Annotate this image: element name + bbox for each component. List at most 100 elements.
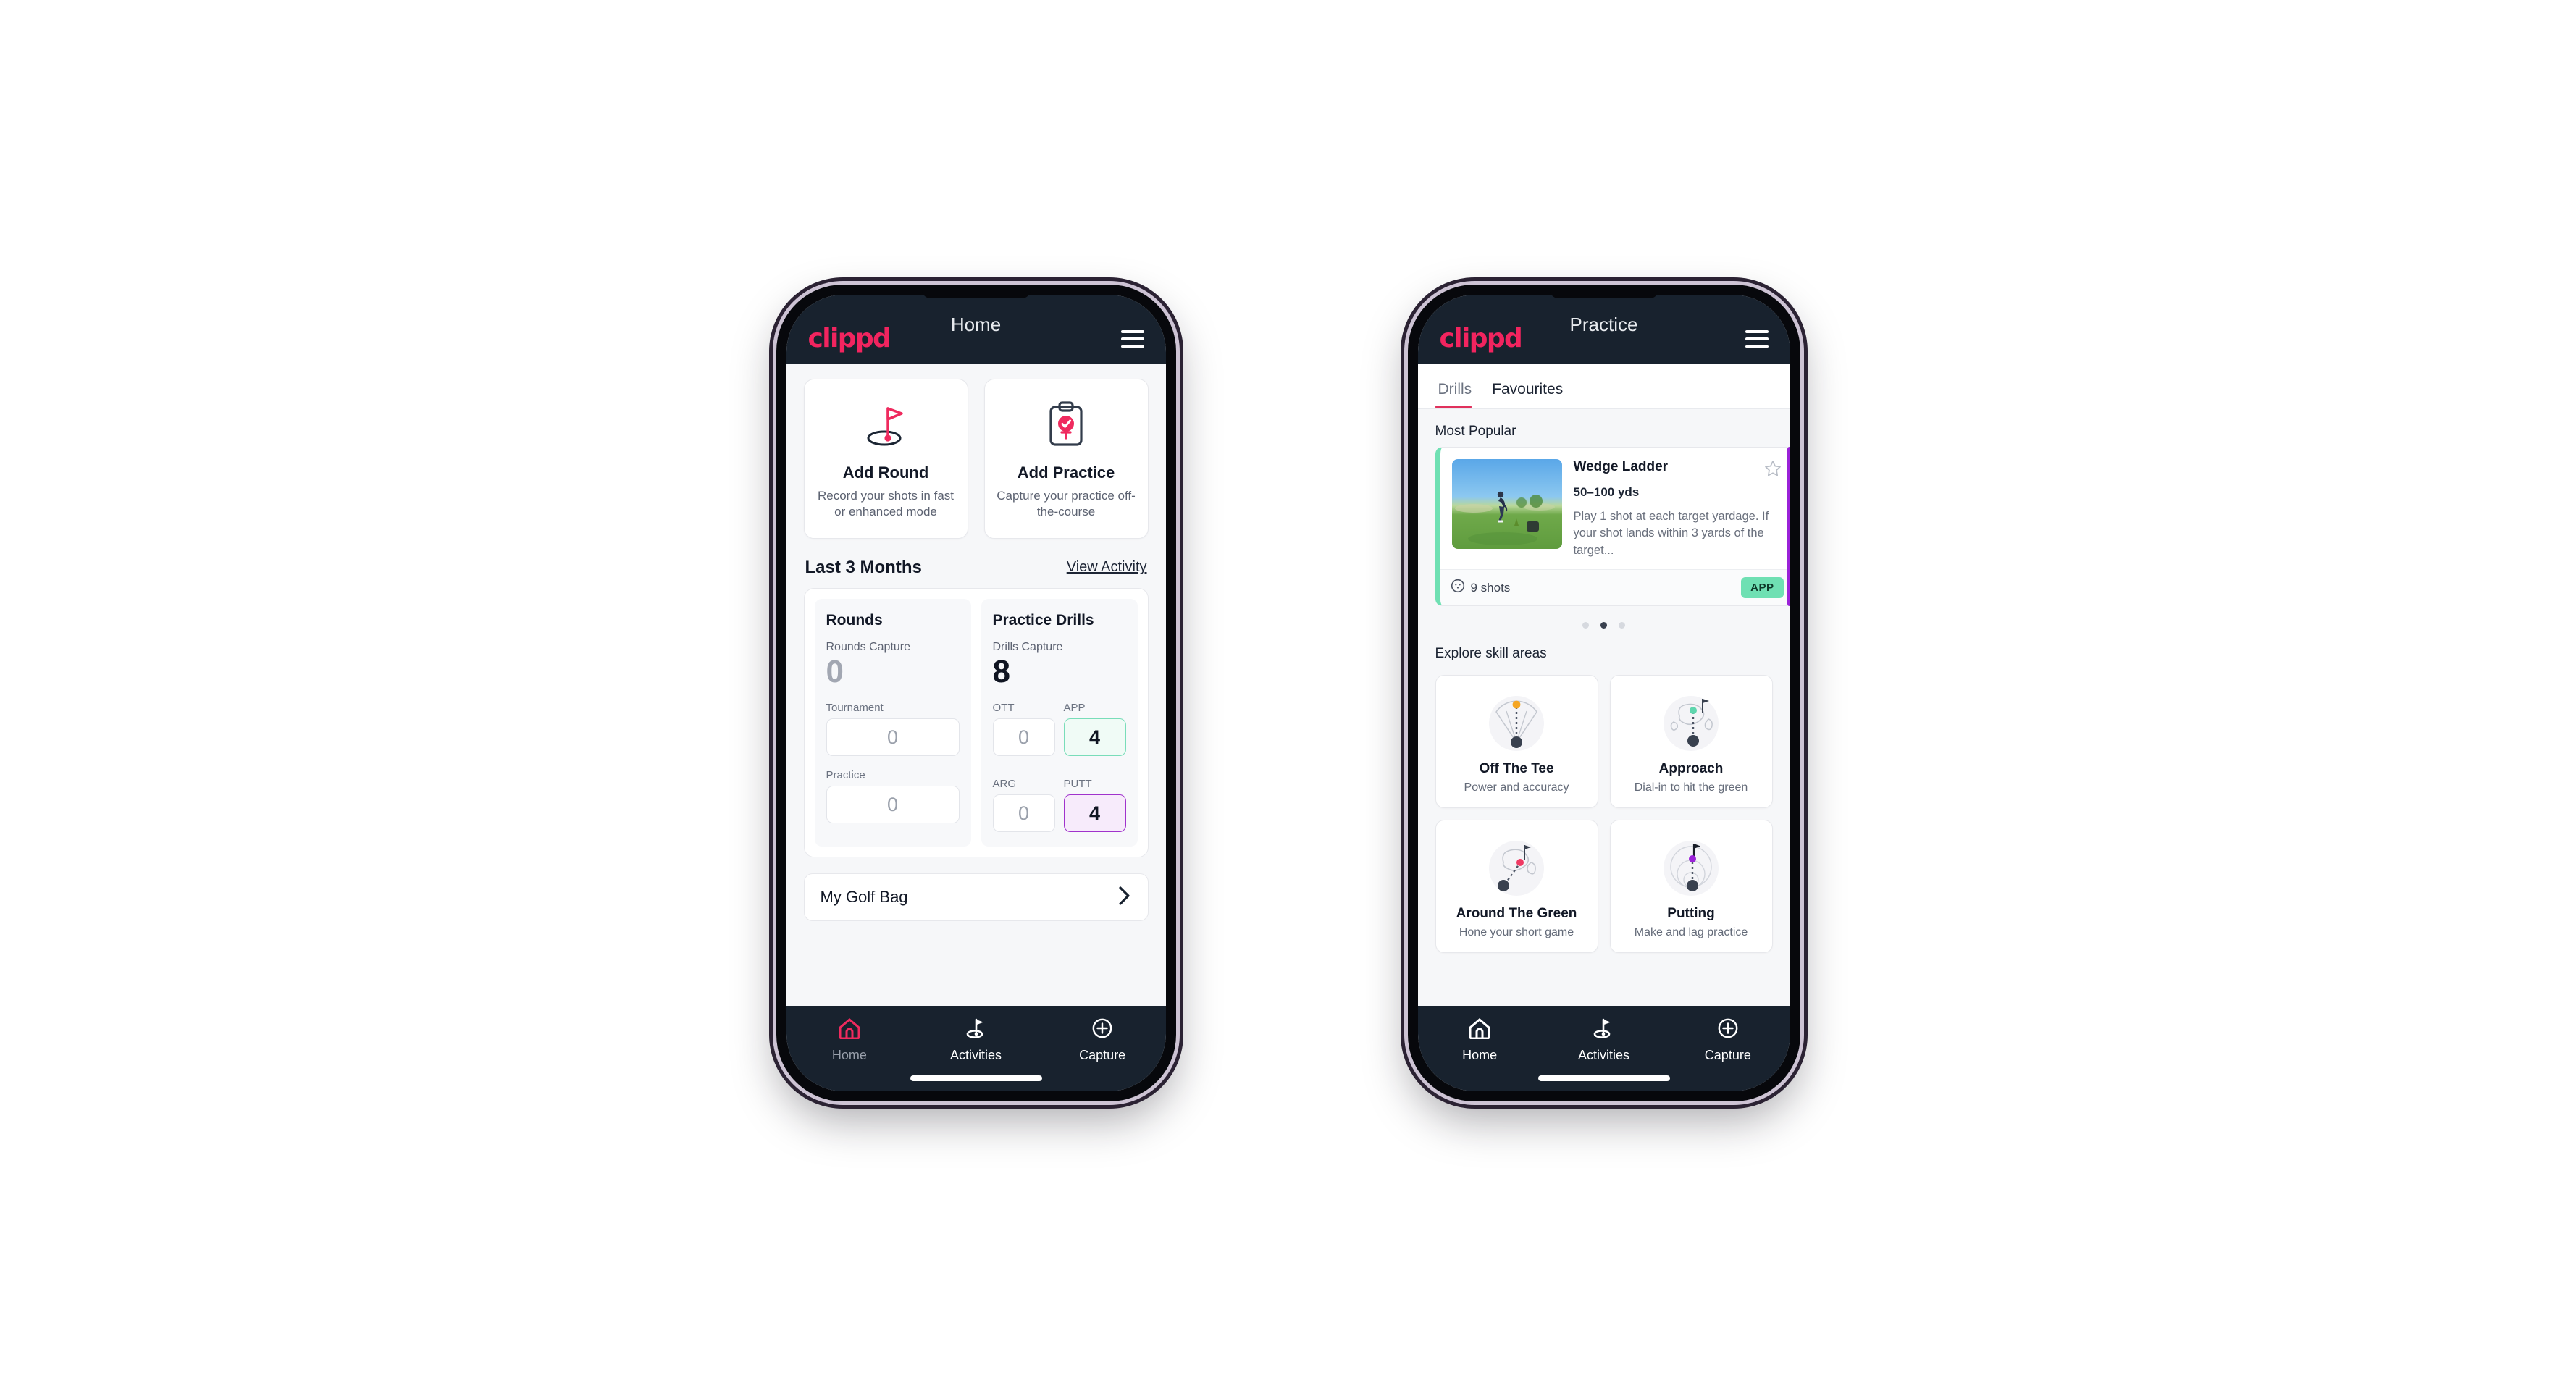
nav-label-activities: Activities — [950, 1048, 1002, 1062]
clippd-logo[interactable]: clippd — [808, 326, 891, 352]
golf-flag-icon — [1591, 1017, 1616, 1043]
drills-column: Practice Drills Drills Capture 8 OTT 0 A… — [981, 598, 1138, 847]
drills-capture-value: 8 — [992, 653, 1010, 689]
drill-card-footer: 9 shots APP — [1440, 569, 1790, 606]
explore-skill-areas-label: Explore skill areas — [1435, 646, 1547, 662]
home-appbar: clippd Home — [786, 295, 1166, 364]
practice-label: Practice — [826, 769, 865, 782]
nav-item-capture[interactable]: Capture — [1666, 1017, 1790, 1063]
drills-heading: Practice Drills — [992, 611, 1094, 629]
skill-card-off-the-tee[interactable]: Off The Tee Power and accuracy — [1435, 675, 1598, 809]
skill-sub: Make and lag practice — [1634, 926, 1748, 939]
drill-card-top: Wedge Ladder 50–100 yds Play 1 shot at e… — [1440, 448, 1790, 569]
skill-name: Putting — [1667, 906, 1715, 922]
dynamic-island — [921, 289, 1031, 298]
drill-thumbnail — [1451, 459, 1562, 549]
skill-card-putting[interactable]: Putting Make and lag practice — [1609, 820, 1773, 954]
practice-value[interactable]: 0 — [826, 786, 960, 824]
home-bottom-nav: Home Activities Capture — [786, 1006, 1166, 1091]
nav-item-home[interactable]: Home — [786, 1017, 913, 1063]
tournament-label: Tournament — [826, 702, 884, 715]
nav-label-capture: Capture — [1704, 1048, 1751, 1062]
section-title: Last 3 Months — [805, 557, 922, 577]
drill-title: Wedge Ladder — [1573, 459, 1669, 474]
golf-ball-icon — [1451, 579, 1465, 597]
tee-dispersion-icon — [1442, 687, 1592, 757]
drill-yardage: 50–100 yds — [1573, 485, 1640, 499]
screen-practice: clippd Practice Drills Favourites Most P… — [1417, 295, 1790, 1091]
last-3-months-header: Last 3 Months View Activity — [786, 539, 1166, 588]
add-round-subtitle: Record your shots in fast or enhanced mo… — [817, 489, 955, 519]
dynamic-island — [1549, 289, 1658, 298]
nav-label-capture: Capture — [1079, 1048, 1126, 1062]
phone-home: clippd Home Add Round Record your shots … — [776, 285, 1176, 1101]
carousel-dot[interactable] — [1582, 622, 1589, 629]
arg-label: ARG — [992, 778, 1017, 791]
carousel-dots[interactable] — [1418, 606, 1790, 631]
view-activity-link[interactable]: View Activity — [1067, 559, 1147, 576]
nav-label-home: Home — [1462, 1048, 1498, 1062]
green-approach-icon — [1616, 687, 1766, 757]
drill-carousel[interactable]: Wedge Ladder 50–100 yds Play 1 shot at e… — [1418, 447, 1790, 607]
carousel-dot-active[interactable] — [1600, 622, 1607, 629]
tournament-value[interactable]: 0 — [826, 718, 960, 757]
clipboard-check-icon — [994, 398, 1139, 452]
tab-drills[interactable]: Drills — [1435, 381, 1482, 408]
app-value[interactable]: 4 — [1063, 718, 1126, 757]
nav-label-activities: Activities — [1577, 1048, 1629, 1062]
putt-value[interactable]: 4 — [1063, 794, 1126, 833]
clippd-logo[interactable]: clippd — [1440, 326, 1523, 352]
app-label: APP — [1063, 702, 1086, 715]
hamburger-icon[interactable] — [1120, 330, 1144, 348]
drill-shots: 9 shots — [1451, 579, 1511, 597]
ott-value[interactable]: 0 — [992, 718, 1055, 757]
quick-actions: Add Round Record your shots in fast or e… — [786, 364, 1166, 539]
carousel-dot[interactable] — [1619, 622, 1625, 629]
drill-description: Play 1 shot at each target yardage. If y… — [1573, 510, 1769, 557]
putting-rings-icon — [1616, 832, 1766, 902]
nav-item-capture[interactable]: Capture — [1039, 1017, 1166, 1063]
ott-label: OTT — [992, 702, 1015, 715]
drill-card[interactable]: Wedge Ladder 50–100 yds Play 1 shot at e… — [1435, 447, 1790, 607]
plus-circle-icon — [1716, 1017, 1740, 1043]
nav-item-home[interactable]: Home — [1418, 1017, 1542, 1063]
practice-body: Drills Favourites Most Popular Wedge Lad… — [1417, 364, 1790, 1006]
most-popular-label: Most Popular — [1435, 424, 1516, 439]
home-icon — [837, 1017, 862, 1043]
drill-meta: Wedge Ladder 50–100 yds Play 1 shot at e… — [1574, 459, 1782, 559]
my-golf-bag-label: My Golf Bag — [820, 888, 908, 907]
golf-flag-icon — [964, 1017, 989, 1043]
skill-area-grid: Off The Tee Power and accuracy Approach … — [1418, 669, 1790, 954]
plus-circle-icon — [1091, 1017, 1114, 1043]
add-practice-card[interactable]: Add Practice Capture your practice off-t… — [983, 379, 1149, 539]
hamburger-icon[interactable] — [1745, 330, 1769, 348]
home-indicator — [910, 1075, 1042, 1081]
skill-sub: Power and accuracy — [1464, 781, 1569, 794]
practice-bottom-nav: Home Activities Capture — [1417, 1006, 1790, 1091]
skill-card-around-the-green[interactable]: Around The Green Hone your short game — [1435, 820, 1598, 954]
home-icon — [1467, 1017, 1492, 1043]
my-golf-bag-row[interactable]: My Golf Bag — [803, 873, 1149, 922]
screen-home: clippd Home Add Round Record your shots … — [786, 295, 1166, 1091]
star-outline-icon[interactable] — [1763, 459, 1782, 482]
drill-skill-badge: APP — [1741, 577, 1784, 599]
next-drill-card-accent[interactable] — [1787, 447, 1790, 607]
add-round-card[interactable]: Add Round Record your shots in fast or e… — [803, 379, 968, 539]
skill-name: Approach — [1658, 761, 1724, 777]
skill-sub: Dial-in to hit the green — [1634, 781, 1748, 794]
add-round-title: Add Round — [842, 463, 929, 482]
rounds-capture-label: Rounds Capture — [826, 640, 911, 653]
phone-practice: clippd Practice Drills Favourites Most P… — [1407, 285, 1800, 1101]
nav-item-activities[interactable]: Activities — [1542, 1017, 1666, 1063]
skill-name: Around The Green — [1456, 906, 1577, 922]
skill-name: Off The Tee — [1479, 761, 1554, 777]
arg-value[interactable]: 0 — [992, 794, 1055, 833]
tab-favourites[interactable]: Favourites — [1482, 381, 1573, 408]
drill-shots-label: 9 shots — [1470, 580, 1511, 595]
nav-item-activities[interactable]: Activities — [912, 1017, 1039, 1063]
skill-card-approach[interactable]: Approach Dial-in to hit the green — [1609, 675, 1773, 809]
add-practice-title: Add Practice — [1017, 463, 1115, 482]
stats-panel: Rounds Rounds Capture 0 Tournament 0 Pra… — [803, 587, 1149, 858]
drill-title-row: Wedge Ladder — [1574, 459, 1782, 482]
home-body: Add Round Record your shots in fast or e… — [786, 364, 1166, 1006]
